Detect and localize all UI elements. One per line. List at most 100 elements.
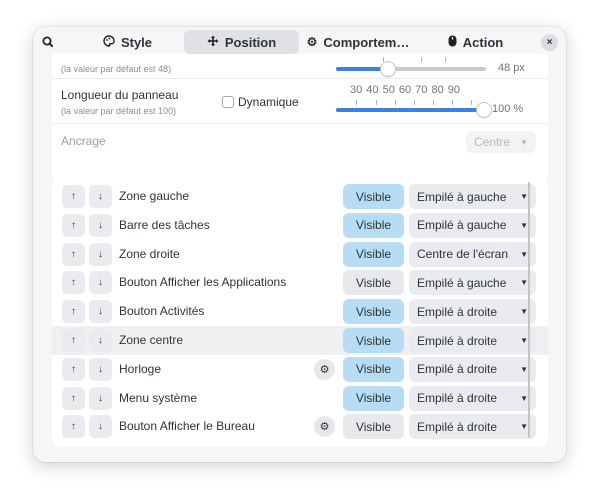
move-down-button[interactable]: ↓ (89, 386, 112, 410)
position-dropdown[interactable]: Empilé à droite ▼ (409, 328, 536, 353)
list-item: ↑ ↓ Zone droite Visible Centre de l'écran ▼ (52, 240, 548, 269)
visible-label: Visible (355, 304, 392, 319)
visible-label: Visible (355, 218, 392, 233)
move-up-button[interactable]: ↑ (62, 386, 85, 410)
position-dropdown[interactable]: Empilé à gauche ▼ (409, 270, 536, 296)
anchor-value: Centre (474, 135, 511, 149)
length-tick (471, 100, 472, 105)
length-tick (414, 100, 415, 105)
tab-style[interactable]: Style (75, 30, 180, 54)
position-dropdown[interactable]: Empilé à droite ▼ (409, 385, 536, 411)
dynamic-checkbox[interactable]: Dynamique (222, 95, 299, 109)
chevron-down-icon: ▼ (520, 278, 528, 288)
position-dropdown[interactable]: Empilé à droite ▼ (409, 414, 536, 440)
item-name: Zone gauche (119, 189, 190, 203)
move-up-button[interactable]: ↑ (62, 357, 85, 381)
tab-behavior[interactable]: ⚙ Comportem… (303, 30, 413, 54)
visible-toggle[interactable]: Visible (343, 414, 404, 440)
list-item: ↑ ↓ Bouton Afficher le Bureau ⚙ Visible Empil… (52, 412, 548, 441)
list-item: ↑ ↓ Zone centre Visible Empilé à droite ▼ (52, 326, 548, 355)
length-tick (376, 100, 377, 105)
move-down-button[interactable]: ↓ (89, 242, 112, 266)
item-name: Zone droite (119, 246, 180, 261)
chevron-down-icon: ▼ (520, 364, 528, 374)
move-up-button[interactable]: ↑ (62, 300, 85, 324)
visible-toggle[interactable]: Visible (343, 299, 404, 325)
length-tick (356, 100, 357, 105)
move-down-button[interactable]: ↓ (89, 357, 112, 381)
tab-position[interactable]: Position (184, 30, 299, 54)
arrow-down-icon: ↓ (98, 335, 103, 346)
visible-toggle[interactable]: Visible (343, 328, 404, 353)
arrow-down-icon: ↓ (98, 363, 103, 375)
arrow-down-icon: ↓ (98, 191, 103, 202)
visible-label: Visible (355, 275, 392, 290)
arrow-down-icon: ↓ (98, 277, 103, 289)
chevron-down-icon: ▼ (520, 393, 528, 403)
position-dropdown[interactable]: Empilé à droite ▼ (409, 356, 536, 382)
chevron-down-icon: ▼ (520, 336, 528, 345)
move-down-button[interactable]: ↓ (89, 185, 112, 208)
move-up-button[interactable]: ↑ (62, 271, 85, 295)
move-down-button[interactable]: ↓ (89, 213, 112, 237)
dynamic-label: Dynamique (238, 95, 299, 109)
arrow-up-icon: ↑ (71, 421, 76, 433)
gear-icon: ⚙ (306, 35, 318, 49)
chevron-down-icon: ▼ (520, 192, 528, 201)
visible-toggle[interactable]: Visible (343, 356, 404, 382)
length-slider-knob[interactable] (477, 103, 491, 117)
palette-icon (103, 34, 115, 50)
position-dropdown[interactable]: Empilé à gauche ▼ (409, 184, 536, 209)
move-down-button[interactable]: ↓ (89, 329, 112, 352)
move-up-button[interactable]: ↑ (62, 185, 85, 208)
chevron-down-icon: ▼ (520, 220, 528, 230)
thickness-tick (421, 57, 422, 62)
move-down-button[interactable]: ↓ (89, 300, 112, 324)
list-item: ↑ ↓ Barre des tâches Visible Empilé à gauche… (52, 211, 548, 240)
position-dropdown[interactable]: Empilé à droite ▼ (409, 299, 536, 325)
thickness-slider-fill (336, 67, 387, 71)
chevron-down-icon: ▼ (520, 249, 528, 259)
visible-toggle[interactable]: Visible (343, 184, 404, 209)
thickness-slider[interactable] (336, 67, 486, 71)
item-name: Barre des tâches (119, 217, 210, 232)
chevron-down-icon: ▼ (520, 137, 528, 147)
item-name: Bouton Afficher les Applications (119, 275, 287, 290)
arrow-up-icon: ↑ (71, 335, 76, 346)
move-up-button[interactable]: ↑ (62, 213, 85, 237)
close-button[interactable]: × (541, 34, 558, 51)
item-settings-button[interactable]: ⚙ (314, 416, 335, 438)
visible-toggle[interactable]: Visible (343, 385, 404, 411)
tab-action[interactable]: Action (428, 30, 523, 54)
visible-label: Visible (355, 419, 392, 434)
dynamic-checkbox-box[interactable] (222, 96, 234, 108)
visible-toggle[interactable]: Visible (343, 241, 404, 267)
visible-toggle[interactable]: Visible (343, 212, 404, 238)
visible-toggle[interactable]: Visible (343, 270, 404, 296)
thickness-tick (383, 57, 384, 62)
length-slider[interactable] (336, 108, 484, 112)
item-name: Horloge (119, 361, 162, 376)
arrow-up-icon: ↑ (71, 219, 76, 231)
item-settings-button[interactable]: ⚙ (314, 358, 335, 380)
close-icon: × (546, 37, 553, 48)
move-up-button[interactable]: ↑ (62, 329, 85, 352)
move-up-button[interactable]: ↑ (62, 242, 85, 266)
scrollbar[interactable] (528, 182, 530, 438)
search-icon[interactable] (39, 33, 57, 51)
thickness-slider-knob[interactable] (381, 62, 395, 76)
list-item: ↑ ↓ Bouton Activités Visible Empilé à droite… (52, 297, 548, 326)
visible-label: Visible (355, 247, 392, 262)
tab-style-label: Style (120, 34, 153, 50)
visible-label: Visible (355, 189, 392, 204)
move-down-button[interactable]: ↓ (89, 271, 112, 295)
position-dropdown[interactable]: Empilé à gauche ▼ (409, 212, 536, 238)
position-value: Empilé à gauche (417, 189, 507, 204)
anchor-dropdown[interactable]: Centre ▼ (466, 131, 536, 153)
move-down-button[interactable]: ↓ (89, 415, 112, 439)
move-up-button[interactable]: ↑ (62, 415, 85, 439)
position-dropdown[interactable]: Centre de l'écran ▼ (409, 241, 536, 267)
position-value: Empilé à droite (417, 304, 498, 319)
arrow-down-icon: ↓ (98, 392, 103, 404)
anchor-label: Ancrage (61, 134, 106, 148)
